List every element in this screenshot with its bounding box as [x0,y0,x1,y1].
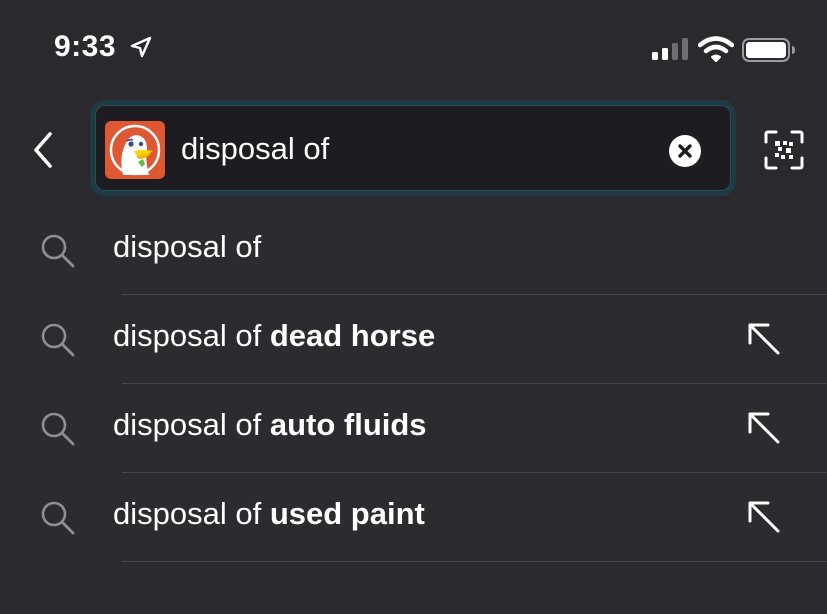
top-bar: 9:33 [0,0,827,206]
suggestion-prefix: disposal of [113,318,270,353]
suggestion-prefix: disposal of [113,407,270,442]
clear-button[interactable] [669,135,701,167]
chevron-left-icon [34,132,52,168]
back-button[interactable] [26,128,60,172]
search-icon [41,501,75,535]
suggestion-completion: auto fluids [269,407,427,442]
suggestion-list: disposal of disposal of dead horse dispo… [0,206,827,562]
suggestion-text: disposal of used paint [113,496,425,532]
qr-scan-button[interactable] [764,130,804,170]
suggestion-prefix: disposal of [113,229,262,264]
clear-icon [678,144,692,158]
suggestion-item[interactable]: disposal of dead horse [0,295,827,384]
arrow-up-left-icon[interactable] [744,319,784,359]
cellular-signal-icon [652,38,688,60]
wifi-icon [698,36,734,62]
search-input[interactable] [181,127,641,171]
divider [122,561,827,562]
search-icon [41,234,75,268]
suggestion-item[interactable]: disposal of auto fluids [0,384,827,473]
search-icon [41,323,75,357]
suggestion-completion: dead horse [269,318,436,353]
duckduckgo-logo [105,121,165,179]
suggestion-text: disposal of auto fluids [113,407,427,443]
status-time: 9:33 [54,30,117,63]
address-bar[interactable] [90,100,736,196]
suggestion-completion: used paint [269,496,425,531]
search-icon [41,412,75,446]
arrow-up-left-icon[interactable] [744,497,784,537]
location-arrow-icon [130,36,152,58]
arrow-up-left-icon[interactable] [744,408,784,448]
suggestion-prefix: disposal of [113,496,270,531]
battery-icon [742,38,795,62]
suggestion-text: disposal of [113,229,261,265]
suggestion-item[interactable]: disposal of [0,206,827,295]
suggestion-item[interactable]: disposal of used paint [0,473,827,562]
qr-scan-icon [764,130,804,170]
suggestion-text: disposal of dead horse [113,318,435,354]
